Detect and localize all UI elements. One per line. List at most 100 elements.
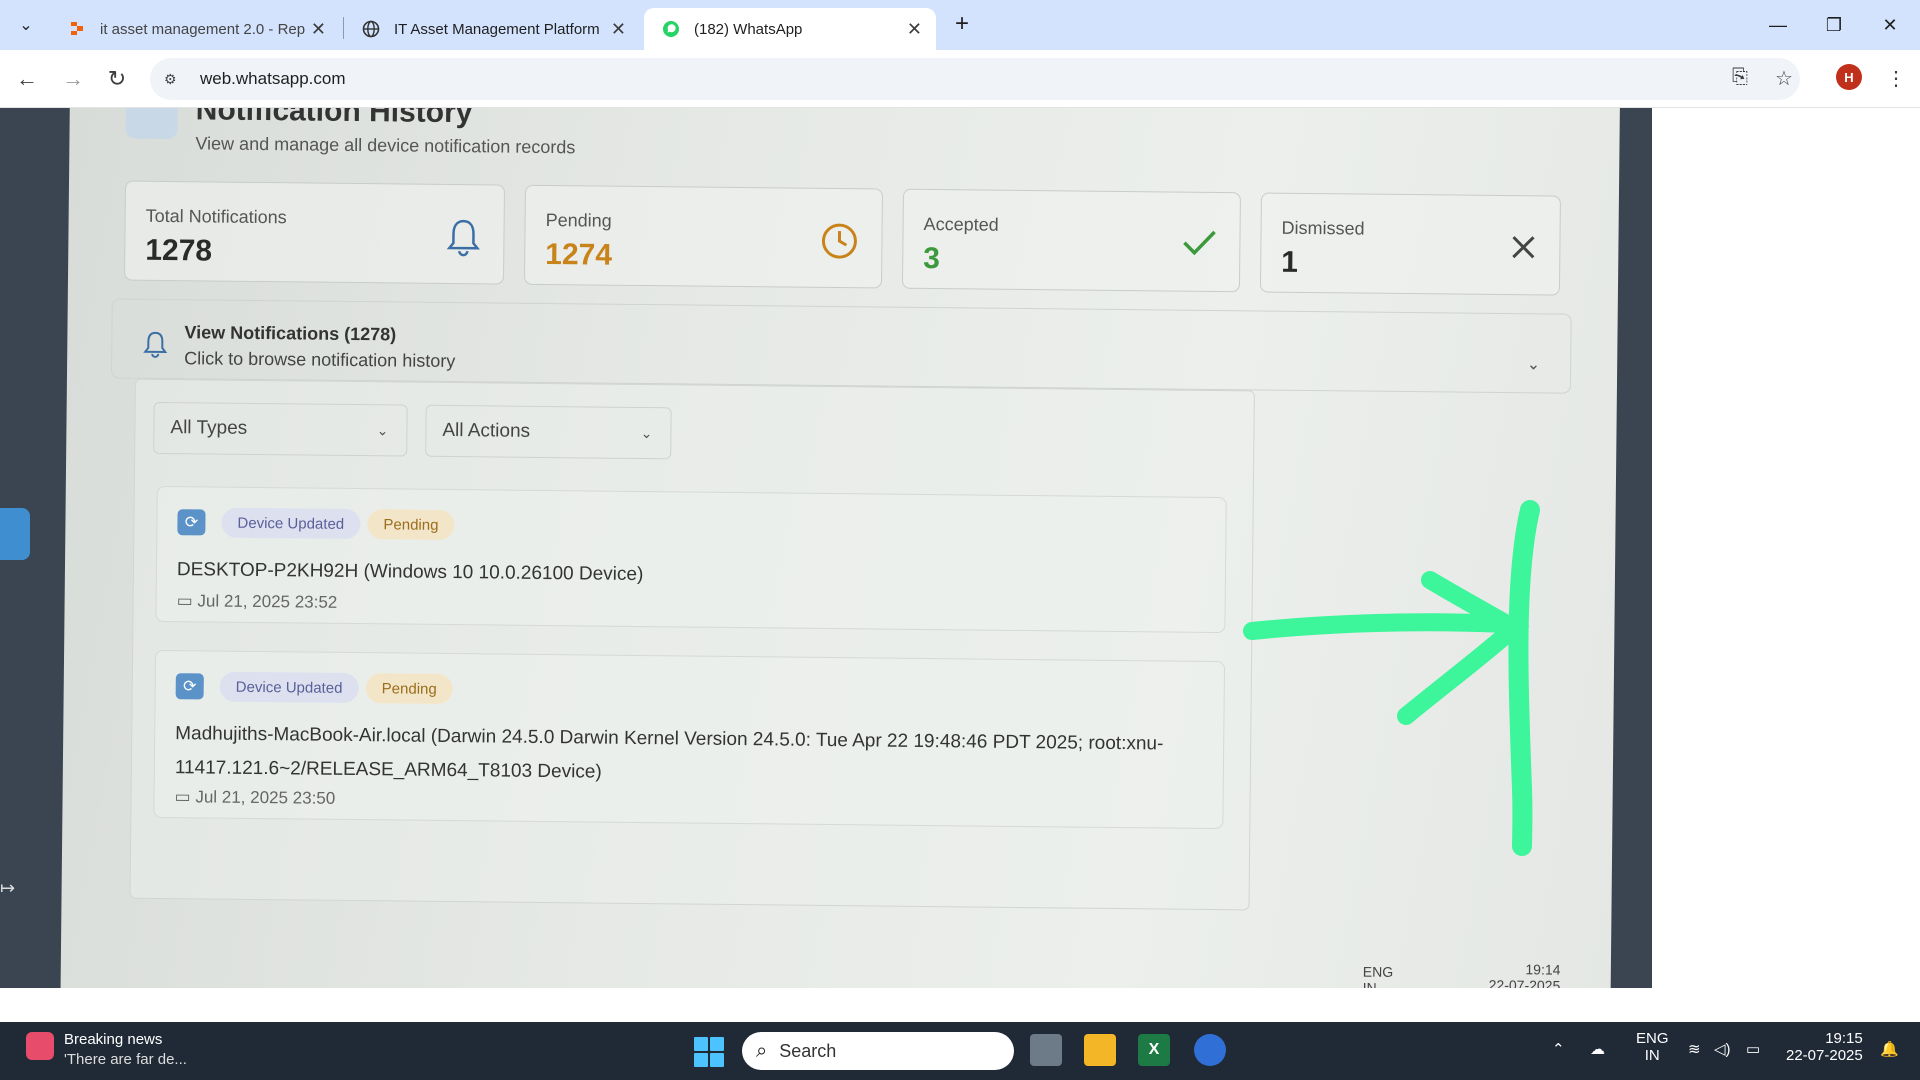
- tab-search-button[interactable]: ⌄: [10, 9, 42, 41]
- tab-it-asset[interactable]: IT Asset Management Platform ✕: [344, 8, 640, 50]
- stat-card-dismissed: Dismissed 1: [1259, 192, 1561, 296]
- action-filter-dropdown: All Actions ⌄: [425, 404, 672, 460]
- stat-label: Accepted: [923, 213, 999, 235]
- stat-value: 1: [1281, 245, 1299, 279]
- stat-label: Total Notifications: [145, 205, 287, 228]
- task-view-icon[interactable]: [1030, 1034, 1062, 1066]
- check-icon: [1181, 225, 1217, 267]
- stat-card-accepted: Accepted 3: [901, 188, 1241, 293]
- chevron-down-icon: ⌄: [640, 424, 653, 441]
- replit-icon: [68, 20, 86, 38]
- view-notifications-panel: View Notifications (1278) Click to brows…: [110, 298, 1572, 394]
- chevron-down-icon: ⌄: [376, 421, 389, 438]
- notification-date: ▭ Jul 21, 2025 23:52: [176, 591, 338, 612]
- volume-icon[interactable]: ◁): [1714, 1040, 1731, 1058]
- stat-card-pending: Pending 1274: [523, 184, 883, 289]
- restore-button[interactable]: ❐: [1814, 10, 1854, 40]
- stat-value: 1274: [545, 237, 613, 272]
- chrome-icon[interactable]: [1194, 1034, 1226, 1066]
- bell-icon: [142, 330, 168, 365]
- photo-image[interactable]: ↦ Notification History View and manage a…: [0, 108, 1652, 988]
- calendar-icon: ▭: [174, 787, 196, 807]
- notification-card: ⟳ Device Updated Pending Madhujiths-MacB…: [153, 649, 1226, 830]
- menu-icon[interactable]: ⋮: [1886, 66, 1906, 91]
- reload-button[interactable]: ↻: [102, 64, 132, 94]
- clock-icon: [819, 221, 860, 270]
- arrow-right-icon: ↦: [0, 878, 16, 898]
- chevron-down-icon: ⌄: [19, 17, 33, 34]
- tab-strip: ⌄ it asset management 2.0 - Repli ✕ IT A…: [0, 0, 1920, 50]
- bookmark-star-icon[interactable]: ☆: [1775, 66, 1793, 91]
- taskbar-search[interactable]: ⌕ Search: [742, 1032, 1014, 1070]
- notifications-icon[interactable]: 🔔: [1880, 1040, 1899, 1058]
- calendar-icon: ▭: [176, 591, 198, 611]
- show-hidden-icons[interactable]: ⌃: [1552, 1040, 1565, 1058]
- notification-date: ▭ Jul 21, 2025 23:50: [174, 787, 336, 808]
- annotation-arrow: [1243, 500, 1540, 856]
- type-badge: Device Updated: [221, 507, 361, 540]
- sidebar-tab-photo: [0, 508, 30, 560]
- panel-title: View Notifications (1278): [184, 322, 397, 345]
- close-icon[interactable]: ✕: [311, 19, 326, 40]
- clock[interactable]: 19:15 22-07-2025: [1786, 1030, 1863, 1064]
- photo-tray-lang: ENG IN: [1362, 963, 1394, 988]
- filter-label: All Types: [170, 417, 248, 439]
- wifi-icon[interactable]: ≋: [1688, 1040, 1701, 1058]
- search-placeholder: Search: [779, 1040, 837, 1061]
- news-title[interactable]: Breaking news: [64, 1031, 162, 1048]
- notification-title: Madhujiths-MacBook-Air.local (Darwin 24.…: [174, 723, 1164, 783]
- stat-value: 3: [923, 241, 941, 276]
- notification-card: ⟳ Device Updated Pending DESKTOP-P2KH92H…: [155, 485, 1227, 634]
- url-text[interactable]: web.whatsapp.com: [200, 69, 346, 89]
- forward-button[interactable]: →: [58, 64, 88, 94]
- battery-icon[interactable]: ▭: [1746, 1040, 1760, 1058]
- notification-title: DESKTOP-P2KH92H (Windows 10 10.0.26100 D…: [176, 559, 644, 586]
- whatsapp-icon: [662, 20, 680, 38]
- browser-toolbar: ← → ↻ ⚙ web.whatsapp.com ⎘ ☆ H ⋮: [0, 50, 1920, 108]
- bell-icon: [125, 108, 178, 140]
- tab-title: IT Asset Management Platform: [394, 20, 600, 38]
- file-explorer-icon[interactable]: [1084, 1034, 1116, 1066]
- install-app-icon[interactable]: ⎘: [1732, 66, 1748, 89]
- profile-avatar[interactable]: H: [1836, 64, 1862, 90]
- onedrive-icon[interactable]: ☁: [1590, 1040, 1605, 1058]
- chevron-down-icon: ⌄: [1526, 356, 1541, 374]
- windows-taskbar: Breaking news 'There are far de... ⌕ Sea…: [0, 1022, 1920, 1080]
- filter-label: All Actions: [442, 419, 531, 442]
- stat-card-total: Total Notifications 1278: [123, 180, 506, 285]
- tab-title: (182) WhatsApp: [694, 20, 803, 38]
- refresh-icon: ⟳: [175, 673, 204, 700]
- globe-icon: [362, 20, 380, 38]
- tab-whatsapp[interactable]: (182) WhatsApp ✕: [644, 8, 936, 50]
- news-subtitle[interactable]: 'There are far de...: [64, 1051, 187, 1068]
- chat-background: [1652, 108, 1920, 988]
- close-window-button[interactable]: ✕: [1870, 10, 1910, 40]
- refresh-icon: ⟳: [177, 509, 206, 536]
- bell-icon: [445, 217, 482, 266]
- back-button[interactable]: ←: [12, 64, 42, 94]
- photo-tray-clock: 19:14 22-07-2025: [1488, 961, 1561, 988]
- stat-label: Pending: [545, 209, 612, 231]
- site-info-icon[interactable]: ⚙: [164, 71, 186, 88]
- language-indicator[interactable]: ENG IN: [1636, 1030, 1669, 1064]
- minimize-button[interactable]: —: [1758, 10, 1798, 40]
- close-icon[interactable]: ✕: [611, 19, 626, 40]
- status-badge: Pending: [365, 673, 453, 705]
- close-icon[interactable]: ✕: [907, 19, 922, 40]
- new-tab-button[interactable]: +: [948, 10, 976, 38]
- stat-label: Dismissed: [1281, 217, 1365, 239]
- tab-title: it asset management 2.0 - Repli: [100, 20, 305, 38]
- excel-icon[interactable]: X: [1138, 1034, 1170, 1066]
- x-icon: [1509, 228, 1537, 270]
- tab-replit[interactable]: it asset management 2.0 - Repli ✕: [50, 8, 340, 50]
- panel-subtitle: Click to browse notification history: [184, 348, 456, 372]
- notifications-list-panel: All Types ⌄ All Actions ⌄ ⟳ Device Updat…: [129, 378, 1255, 911]
- start-button[interactable]: [694, 1037, 724, 1067]
- address-bar[interactable]: ⚙ web.whatsapp.com: [150, 58, 1800, 100]
- type-badge: Device Updated: [219, 671, 359, 704]
- status-badge: Pending: [367, 509, 455, 541]
- type-filter-dropdown: All Types ⌄: [153, 401, 408, 457]
- page-title: Notification History: [195, 108, 473, 130]
- page-subtitle: View and manage all device notification …: [195, 133, 576, 158]
- news-widget-icon[interactable]: [26, 1032, 54, 1060]
